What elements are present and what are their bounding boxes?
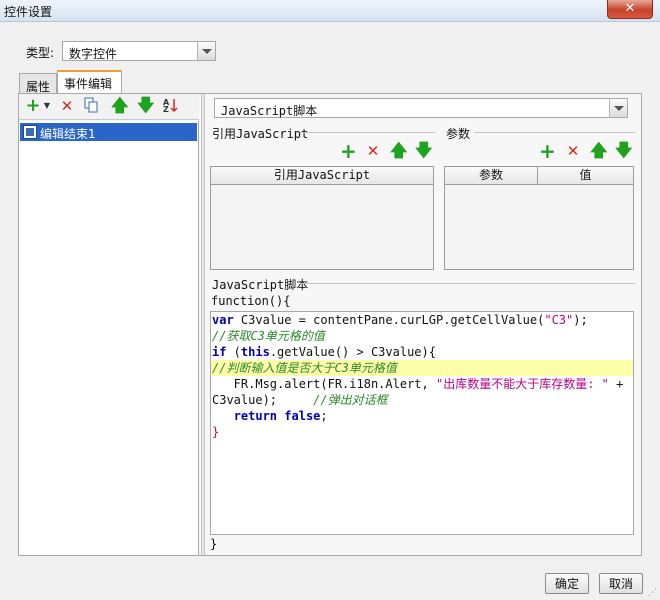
delete-icon[interactable]: ✕ xyxy=(59,98,75,114)
tab-properties[interactable]: 属性 xyxy=(19,73,57,95)
code-line-4-highlighted: //判断输入值是否大于C3单元格值 xyxy=(211,360,633,376)
code-line-8: } xyxy=(212,425,220,439)
ok-button[interactable]: 确定 xyxy=(545,573,589,594)
event-item-label: 编辑结束1 xyxy=(40,127,96,141)
svg-text:Z: Z xyxy=(163,105,169,113)
code-line-2: //获取C3单元格的值 xyxy=(212,329,325,343)
tab-event-edit[interactable]: 事件编辑 xyxy=(57,70,122,94)
list-item[interactable]: 编辑结束1 xyxy=(20,123,197,141)
params-table: 参数 值 xyxy=(444,166,634,270)
window-title: 控件设置 xyxy=(4,5,53,19)
splitter[interactable] xyxy=(201,94,205,555)
dropdown-arrow-icon[interactable]: ▼ xyxy=(39,98,55,114)
code-line-5: FR.Msg.alert(FR.i18n.Alert, "出库数量不能大于库存数… xyxy=(212,377,624,391)
code-line-7: return false; xyxy=(233,409,328,423)
event-icon xyxy=(23,125,37,139)
close-button[interactable]: ✕ xyxy=(607,0,653,19)
delete-icon[interactable]: ✕ xyxy=(565,143,581,159)
cancel-button[interactable]: 取消 xyxy=(599,573,643,594)
code-editor[interactable]: var C3value = contentPane.curLGP.getCell… xyxy=(210,311,634,535)
divider xyxy=(300,283,636,284)
function-header: function(){ xyxy=(211,294,291,308)
close-icon: ✕ xyxy=(624,1,636,16)
move-up-icon[interactable]: 🡅 xyxy=(390,143,407,160)
type-select[interactable]: 数字控件 xyxy=(62,41,216,61)
code-line-3: if (this.getValue() > C3value){ xyxy=(212,345,436,359)
chevron-down-icon[interactable] xyxy=(609,99,627,117)
move-up-icon[interactable]: 🡅 xyxy=(590,143,607,160)
ref-js-column-header[interactable]: 引用JavaScript xyxy=(211,167,433,185)
event-list: 编辑结束1 xyxy=(19,121,199,555)
tab-properties-label: 属性 xyxy=(26,80,51,94)
copy-icon[interactable] xyxy=(83,97,99,113)
tab-event-edit-label: 事件编辑 xyxy=(64,77,113,91)
move-up-icon[interactable]: 🡅 xyxy=(111,98,128,115)
divider xyxy=(474,132,636,133)
divider xyxy=(300,132,436,133)
type-select-value: 数字控件 xyxy=(69,47,118,61)
move-down-icon[interactable]: 🡇 xyxy=(415,143,432,160)
function-footer: } xyxy=(210,537,218,551)
type-label: 类型: xyxy=(26,46,55,60)
code-line-1: var C3value = contentPane.curLGP.getCell… xyxy=(212,313,588,327)
params-title: 参数 xyxy=(446,127,471,141)
move-down-icon[interactable]: 🡇 xyxy=(137,98,154,115)
left-toolbar: + ▼ ✕ 🡅 🡇 AZ xyxy=(19,94,199,120)
value-column-header[interactable]: 值 xyxy=(538,167,633,185)
script-type-value: JavaScript脚本 xyxy=(221,104,318,118)
param-column-header[interactable]: 参数 xyxy=(445,167,538,185)
chevron-down-icon[interactable] xyxy=(197,42,215,60)
ref-js-title: 引用JavaScript xyxy=(212,127,309,141)
add-icon[interactable]: + xyxy=(539,141,556,161)
title-bar: 控件设置 xyxy=(0,0,660,22)
add-icon[interactable]: + xyxy=(340,141,357,161)
move-down-icon[interactable]: 🡇 xyxy=(615,143,632,160)
script-title: JavaScript脚本 xyxy=(212,278,309,292)
resize-grip-icon[interactable]: ⋰ xyxy=(648,588,658,598)
code-line-6: C3value); //弹出对话框 xyxy=(212,393,388,407)
ref-js-table: 引用JavaScript xyxy=(210,166,434,270)
delete-icon[interactable]: ✕ xyxy=(365,143,381,159)
sort-icon[interactable]: AZ xyxy=(163,97,179,114)
script-type-select[interactable]: JavaScript脚本 xyxy=(214,98,628,118)
